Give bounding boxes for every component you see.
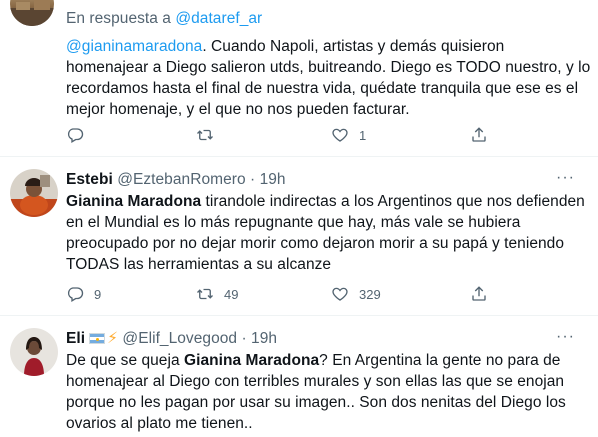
timestamp[interactable]: 19h bbox=[251, 330, 277, 347]
avatar-tweet-3[interactable] bbox=[10, 328, 58, 376]
lightning-icon: ⚡ bbox=[107, 330, 119, 347]
heart-icon bbox=[332, 287, 348, 301]
avatar-tweet-2[interactable] bbox=[10, 169, 58, 217]
retweet-button[interactable] bbox=[196, 126, 224, 144]
tweet-text: . Cuando Napoli, artistas y demás quisie… bbox=[202, 38, 505, 55]
like-button[interactable]: 1 bbox=[331, 126, 366, 144]
reply-button[interactable]: 9 bbox=[66, 285, 101, 303]
tweet-2[interactable]: Estebi @EztebanRomero · 19h ··· Gianina … bbox=[0, 157, 598, 315]
retweet-icon bbox=[197, 288, 213, 300]
tweet-3-line-1: De que se queja Gianina Maradona? En Arg… bbox=[66, 350, 560, 371]
author-name[interactable]: Estebi bbox=[66, 171, 113, 188]
avatar-image bbox=[10, 169, 58, 217]
tweet-2-line-1: Gianina Maradona tirandole indirectas a … bbox=[66, 191, 585, 212]
share-button[interactable] bbox=[470, 285, 488, 303]
reply-prefix: En respuesta a bbox=[66, 10, 176, 27]
tweet-1[interactable]: En respuesta a @dataref_ar @gianinamarad… bbox=[0, 0, 598, 160]
author-handle[interactable]: @Elif_Lovegood bbox=[122, 330, 237, 347]
tweet-3-line-4: ovarios al plato me tienen.. bbox=[66, 415, 253, 432]
more-options-button[interactable]: ··· bbox=[556, 169, 575, 187]
retweet-icon bbox=[197, 129, 213, 141]
tweet-2-line-4: TODAS las herramientas a su alcanze bbox=[66, 256, 332, 273]
like-count: 329 bbox=[359, 286, 381, 302]
mention-link[interactable]: @gianinamaradona bbox=[66, 38, 202, 55]
like-count: 1 bbox=[359, 127, 367, 143]
tweet-3-header: Eli ⚡ @Elif_Lovegood · 19h bbox=[66, 328, 277, 349]
tweet-2-header: Estebi @EztebanRomero · 19h bbox=[66, 169, 286, 190]
mentioned-name: Gianina Maradona bbox=[184, 352, 320, 369]
tweet-3-line-3: porque no les pagan por usar su imagen..… bbox=[66, 394, 566, 411]
reply-button[interactable] bbox=[66, 126, 94, 144]
heart-icon bbox=[332, 128, 348, 142]
tweet-1-line-4: mejor homenaje, y el que no nos pueden f… bbox=[66, 101, 410, 118]
separator-dot: · bbox=[241, 330, 247, 347]
author-handle[interactable]: @EztebanRomero bbox=[117, 171, 245, 188]
share-icon bbox=[472, 286, 486, 301]
tweet-1-line-3: recordamos hasta el final de nuestra vid… bbox=[66, 80, 579, 97]
like-button[interactable]: 329 bbox=[331, 285, 381, 303]
reply-icon bbox=[67, 128, 84, 143]
tweet-text: De que se queja bbox=[66, 352, 184, 369]
author-name[interactable]: Eli bbox=[66, 330, 85, 347]
separator-dot: · bbox=[250, 171, 256, 188]
reply-context: En respuesta a @dataref_ar bbox=[66, 8, 262, 29]
reply-count: 9 bbox=[94, 286, 102, 302]
timestamp[interactable]: 19h bbox=[260, 171, 286, 188]
tweet-2-line-3: preocupado por no dejar morir como dejar… bbox=[66, 235, 565, 252]
avatar-tweet-1[interactable] bbox=[10, 0, 54, 26]
tweet-1-line-1: @gianinamaradona. Cuando Napoli, artista… bbox=[66, 36, 504, 57]
tweet-2-line-2: en el Mundial es lo más repugnante que h… bbox=[66, 214, 521, 231]
more-options-button[interactable]: ··· bbox=[556, 328, 575, 346]
tweet-text: ? En Argentina la gente no para de bbox=[319, 352, 561, 369]
tweet-1-line-2: homenajear a Diego salieron utds, buitre… bbox=[66, 59, 591, 76]
mentioned-name: Gianina Maradona bbox=[66, 193, 202, 210]
argentina-flag-icon bbox=[89, 333, 106, 344]
share-icon bbox=[472, 127, 486, 142]
avatar-image bbox=[10, 328, 58, 376]
retweet-count: 49 bbox=[224, 286, 239, 302]
reply-handle-link[interactable]: @dataref_ar bbox=[175, 10, 262, 27]
reply-icon bbox=[67, 287, 84, 302]
tweet-3-line-2: homenajear al Diego con terribles murale… bbox=[66, 373, 565, 390]
avatar-image bbox=[10, 0, 54, 26]
tweet-text: tirandole indirectas a los Argentinos qu… bbox=[201, 193, 585, 210]
tweet-3[interactable]: Eli ⚡ @Elif_Lovegood · 19h ··· De que se … bbox=[0, 316, 598, 437]
share-button[interactable] bbox=[470, 126, 488, 144]
retweet-button[interactable]: 49 bbox=[196, 285, 238, 303]
